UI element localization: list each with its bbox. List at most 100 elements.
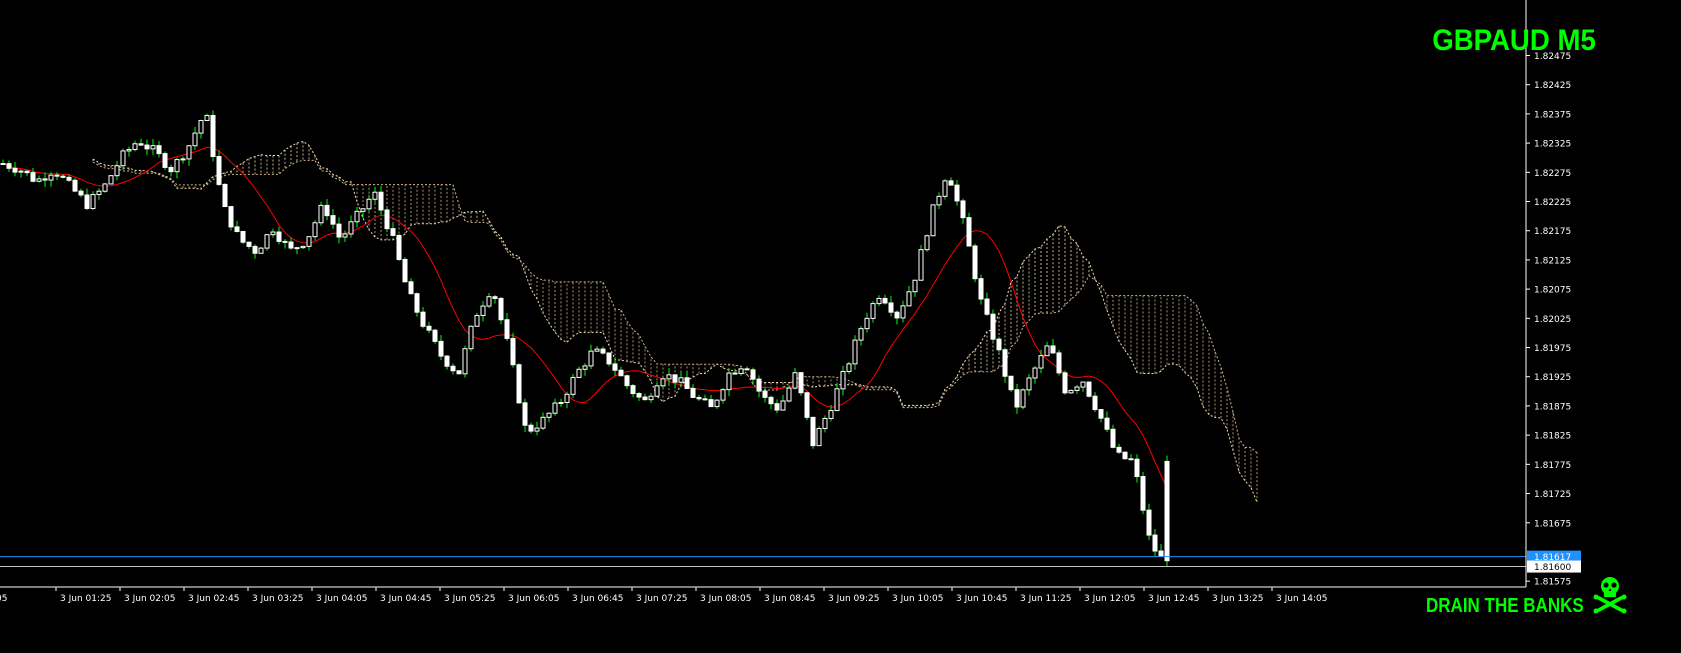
candle-body bbox=[1014, 389, 1020, 408]
candle-body bbox=[312, 222, 318, 238]
candle-body bbox=[336, 223, 342, 238]
candle-body bbox=[702, 398, 708, 401]
candle-body bbox=[594, 348, 600, 352]
candle-body bbox=[468, 325, 474, 350]
candle-body bbox=[972, 245, 978, 280]
x-tick-label: 3 Jun 06:45 bbox=[572, 594, 623, 604]
candle-body bbox=[1056, 352, 1062, 374]
y-tick-label: 1.82125 bbox=[1534, 256, 1571, 266]
candle-body bbox=[912, 279, 918, 293]
x-tick-label: 3 Jun 11:25 bbox=[1020, 594, 1071, 604]
candle-body bbox=[858, 328, 864, 341]
candle-body bbox=[486, 296, 492, 307]
candle-body bbox=[84, 194, 90, 209]
candle-body bbox=[606, 352, 612, 365]
candle-body bbox=[864, 317, 870, 330]
candle-body bbox=[1008, 375, 1014, 391]
candle-body bbox=[1104, 417, 1110, 430]
candle-body bbox=[792, 372, 798, 389]
chart-window[interactable]: 1.82475 1.82425 1.82375 1.82325 1.82275 1.822… bbox=[0, 0, 1681, 648]
candle-body bbox=[630, 385, 636, 395]
candle-body bbox=[624, 375, 630, 387]
candle-body bbox=[840, 371, 846, 390]
candle-body bbox=[96, 190, 102, 196]
candle-body bbox=[246, 241, 252, 247]
candle-body bbox=[900, 305, 906, 319]
y-tick-label: 1.81925 bbox=[1534, 373, 1571, 383]
candle-body bbox=[1038, 355, 1044, 369]
candle-body bbox=[264, 234, 270, 249]
x-tick-label: 3 Jun 13:25 bbox=[1212, 594, 1263, 604]
x-tick-label: 3 Jun 05:25 bbox=[444, 594, 495, 604]
candle-body bbox=[756, 378, 762, 392]
candle-body bbox=[390, 228, 396, 236]
x-tick-label: 3 Jun 08:05 bbox=[700, 594, 751, 604]
candle-body bbox=[828, 410, 834, 419]
candle-body bbox=[660, 378, 666, 387]
candle-body bbox=[588, 350, 594, 367]
candle-body bbox=[354, 210, 360, 223]
candle-body bbox=[834, 388, 840, 412]
price-chart[interactable]: 1.824751.824251.823751.823251.822751.822… bbox=[0, 0, 1681, 648]
candle-body bbox=[924, 235, 930, 251]
x-tick-label: 3 Jun 14:05 bbox=[1276, 594, 1327, 604]
candle-body bbox=[1128, 458, 1134, 461]
candle-body bbox=[408, 281, 414, 295]
candle-body bbox=[1062, 372, 1068, 394]
candle-body bbox=[450, 365, 456, 372]
candle-body bbox=[780, 400, 786, 411]
candle-body bbox=[258, 247, 264, 254]
candle-body bbox=[1122, 451, 1128, 460]
candle-body bbox=[960, 200, 966, 219]
candle-body bbox=[342, 233, 348, 238]
candle-body bbox=[1146, 509, 1152, 536]
candle-body bbox=[996, 338, 1002, 351]
candle-body bbox=[324, 204, 330, 217]
candle-body bbox=[612, 363, 618, 371]
candle-body bbox=[240, 230, 246, 243]
candle-body bbox=[444, 355, 450, 367]
candle-body bbox=[1020, 389, 1026, 408]
candle-body bbox=[474, 314, 480, 327]
candle-body bbox=[420, 311, 426, 327]
watermark-text: DRAIN THE BANKS bbox=[1426, 595, 1584, 617]
candle-body bbox=[282, 240, 288, 243]
x-tick-label: 3 Jun 12:45 bbox=[1148, 594, 1199, 604]
candle-body bbox=[528, 424, 534, 432]
candle-body bbox=[366, 198, 372, 210]
candle-body bbox=[192, 132, 198, 147]
x-tick-label: 3 Jun 09:25 bbox=[828, 594, 879, 604]
y-tick-label: 1.82225 bbox=[1534, 198, 1571, 208]
candle-body bbox=[426, 325, 432, 331]
candle-body bbox=[552, 402, 558, 414]
candle-body bbox=[168, 166, 174, 173]
candle-body bbox=[108, 175, 114, 185]
candle-body bbox=[396, 234, 402, 260]
candle-body bbox=[894, 311, 900, 319]
candle-body bbox=[18, 170, 24, 173]
candle-body bbox=[786, 387, 792, 402]
candle-body bbox=[504, 319, 510, 339]
candle-body bbox=[492, 296, 498, 299]
candle-body bbox=[288, 241, 294, 249]
candle-body bbox=[954, 184, 960, 202]
candle-body bbox=[642, 396, 648, 401]
candle-body bbox=[516, 364, 522, 404]
candle-body bbox=[378, 191, 384, 211]
candle-body bbox=[66, 176, 72, 181]
candle-body bbox=[984, 298, 990, 315]
candle-body bbox=[822, 417, 828, 430]
candle-body bbox=[90, 194, 96, 209]
candle-body bbox=[510, 337, 516, 366]
candle-body bbox=[906, 291, 912, 307]
x-tick-label: 3 Jun 07:25 bbox=[636, 594, 687, 604]
x-tick-label: 3 Jun 03:25 bbox=[252, 594, 303, 604]
candle-body bbox=[1068, 389, 1074, 394]
candle-body bbox=[144, 144, 150, 150]
candle-body bbox=[462, 348, 468, 375]
candle-body bbox=[138, 143, 144, 146]
candle-body bbox=[54, 174, 60, 177]
candle-body bbox=[774, 403, 780, 411]
candle-body bbox=[174, 159, 180, 173]
candle-body bbox=[876, 297, 882, 305]
